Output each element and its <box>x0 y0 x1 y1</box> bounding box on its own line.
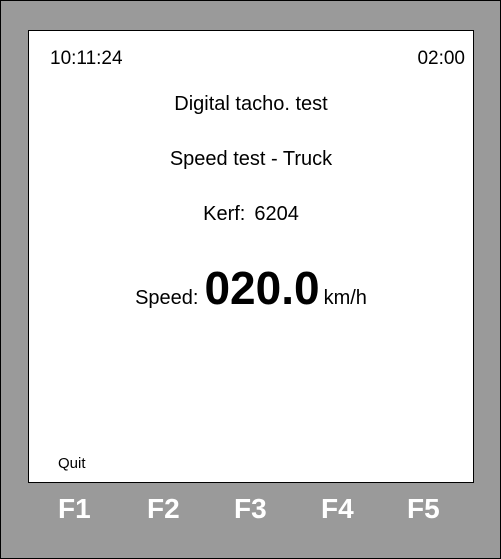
speed-value: 020.0 <box>204 262 320 314</box>
f1-key[interactable]: F1 <box>58 493 91 525</box>
kerf-label: Kerf: <box>203 203 246 225</box>
lcd-screen: 10:11:24 02:00 Digital tacho. test Speed… <box>28 30 474 483</box>
f3-key[interactable]: F3 <box>234 493 267 525</box>
kerf-value: 6204 <box>254 203 299 225</box>
kerf-row: Kerf: 6204 <box>29 203 473 226</box>
function-key-row: F1 F2 F3 F4 F5 <box>1 493 500 543</box>
tester-device: 10:11:24 02:00 Digital tacho. test Speed… <box>0 0 501 559</box>
speed-row: Speed: 020.0 km/h <box>29 261 473 315</box>
clock-display: 10:11:24 <box>50 48 123 69</box>
f2-key[interactable]: F2 <box>147 493 180 525</box>
speed-unit: km/h <box>323 287 367 309</box>
test-subtitle: Speed test - Truck <box>169 148 333 170</box>
countdown-timer: 02:00 <box>417 48 465 69</box>
f5-key[interactable]: F5 <box>407 493 440 525</box>
f4-key[interactable]: F4 <box>321 493 354 525</box>
quit-softkey-label: Quit <box>58 455 86 472</box>
speed-label: Speed: <box>135 287 199 309</box>
test-title: Digital tacho. test <box>174 93 328 115</box>
